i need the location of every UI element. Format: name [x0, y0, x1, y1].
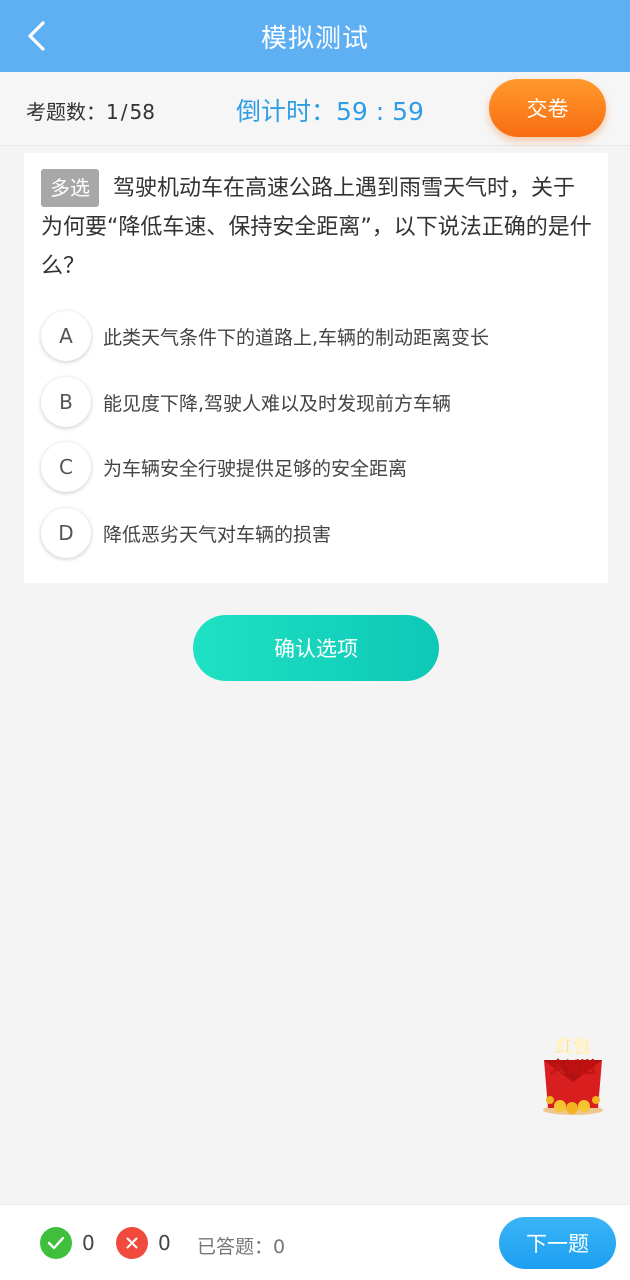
page-title: 模拟测试 — [260, 23, 369, 54]
next-question-button[interactable]: 下一题 — [499, 1217, 616, 1269]
chevron-left-icon — [28, 21, 45, 51]
question-count-label: 考题数： — [26, 100, 106, 124]
timer-label: 倒计时： — [236, 97, 337, 126]
option-text: 此类天气条件下的道路上,车辆的制动距离变长 — [103, 326, 490, 349]
red-packet-promo[interactable]: 红包 大派送 — [536, 1030, 610, 1118]
question-text: 驾驶机动车在高速公路上遇到雨雪天气时，关于为何要“降低车速、保持安全距离”，以下… — [41, 176, 592, 279]
promo-line2: 大派送 — [550, 1058, 596, 1076]
option-letter-circle: D — [41, 508, 91, 558]
top-nav-bar: 模拟测试 — [0, 0, 630, 72]
option-letter-circle: B — [41, 377, 91, 427]
question-type-badge: 多选 — [41, 169, 99, 207]
option-text: 为车辆安全行驶提供足够的安全距离 — [103, 457, 408, 480]
question-total: 58 — [129, 100, 155, 124]
correct-stat: 0 — [40, 1227, 95, 1259]
timer-seconds: 59 — [392, 97, 424, 126]
question-card: 多选 驾驶机动车在高速公路上遇到雨雪天气时，关于为何要“降低车速、保持安全距离”，… — [24, 153, 608, 583]
option-c[interactable]: C 为车辆安全行驶提供足够的安全距离 — [41, 441, 596, 493]
option-d[interactable]: D 降低恶劣天气对车辆的损害 — [41, 507, 596, 559]
option-b[interactable]: B 能见度下降,驾驶人难以及时发现前方车辆 — [41, 376, 596, 428]
answered-stat: 已答题：0 — [197, 1232, 285, 1259]
answered-label: 已答题： — [197, 1236, 274, 1258]
wrong-count: 0 — [158, 1231, 171, 1255]
question-count: 考题数：1/58 — [26, 96, 155, 125]
timer-colon: : — [367, 97, 393, 126]
confirm-selection-button[interactable]: 确认选项 — [193, 615, 439, 681]
back-button[interactable] — [18, 18, 54, 54]
correct-count: 0 — [82, 1231, 95, 1255]
question-current: 1 — [106, 100, 119, 124]
option-letter-circle: C — [41, 442, 91, 492]
countdown-timer: 倒计时：59 : 59 — [236, 92, 424, 128]
option-a[interactable]: A 此类天气条件下的道路上,车辆的制动距离变长 — [41, 310, 596, 362]
bottom-bar: 0 0 已答题：0 下一题 — [0, 1204, 630, 1280]
x-circle-icon — [116, 1227, 148, 1259]
question-text-block: 多选 驾驶机动车在高速公路上遇到雨雪天气时，关于为何要“降低车速、保持安全距离”，… — [41, 169, 596, 286]
option-text: 能见度下降,驾驶人难以及时发现前方车辆 — [103, 392, 452, 415]
red-packet-icon: 红包 大派送 — [543, 1036, 603, 1115]
answered-count: 0 — [273, 1236, 286, 1258]
option-letter-circle: A — [41, 311, 91, 361]
question-count-separator: / — [120, 100, 128, 124]
option-text: 降低恶劣天气对车辆的损害 — [103, 523, 332, 546]
submit-exam-button[interactable]: 交卷 — [489, 79, 606, 137]
promo-line1: 红包 — [556, 1036, 590, 1057]
timer-minutes: 59 — [336, 97, 368, 126]
wrong-stat: 0 — [116, 1227, 171, 1259]
check-circle-icon — [40, 1227, 72, 1259]
